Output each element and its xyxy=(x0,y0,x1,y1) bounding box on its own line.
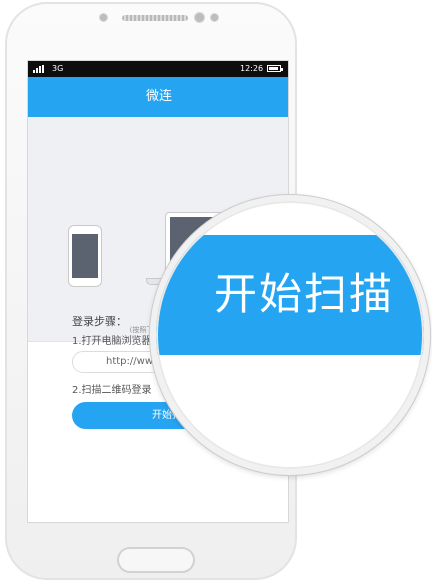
step-2-text: 2.扫描二维码登录 xyxy=(72,385,152,396)
home-button[interactable] xyxy=(117,547,195,573)
steps-heading: 登录步骤： xyxy=(72,315,127,328)
status-bar: 3G 12:26 xyxy=(28,61,288,77)
phone-device-icon xyxy=(68,225,102,287)
app-title: 微连 xyxy=(28,77,288,117)
front-camera xyxy=(194,12,205,23)
signal-icon xyxy=(33,65,47,73)
network-type: 3G xyxy=(52,64,64,73)
magnifier-rim xyxy=(156,201,424,469)
status-time: 12:26 xyxy=(240,64,264,73)
sensor-dot xyxy=(99,13,108,22)
battery-icon xyxy=(267,65,283,72)
sensor-dot xyxy=(210,13,219,22)
step-1-text: 1.打开电脑浏览器 xyxy=(72,336,152,347)
magnifier-lens: 开始扫描 xyxy=(150,195,430,475)
speaker-grille xyxy=(122,15,188,21)
